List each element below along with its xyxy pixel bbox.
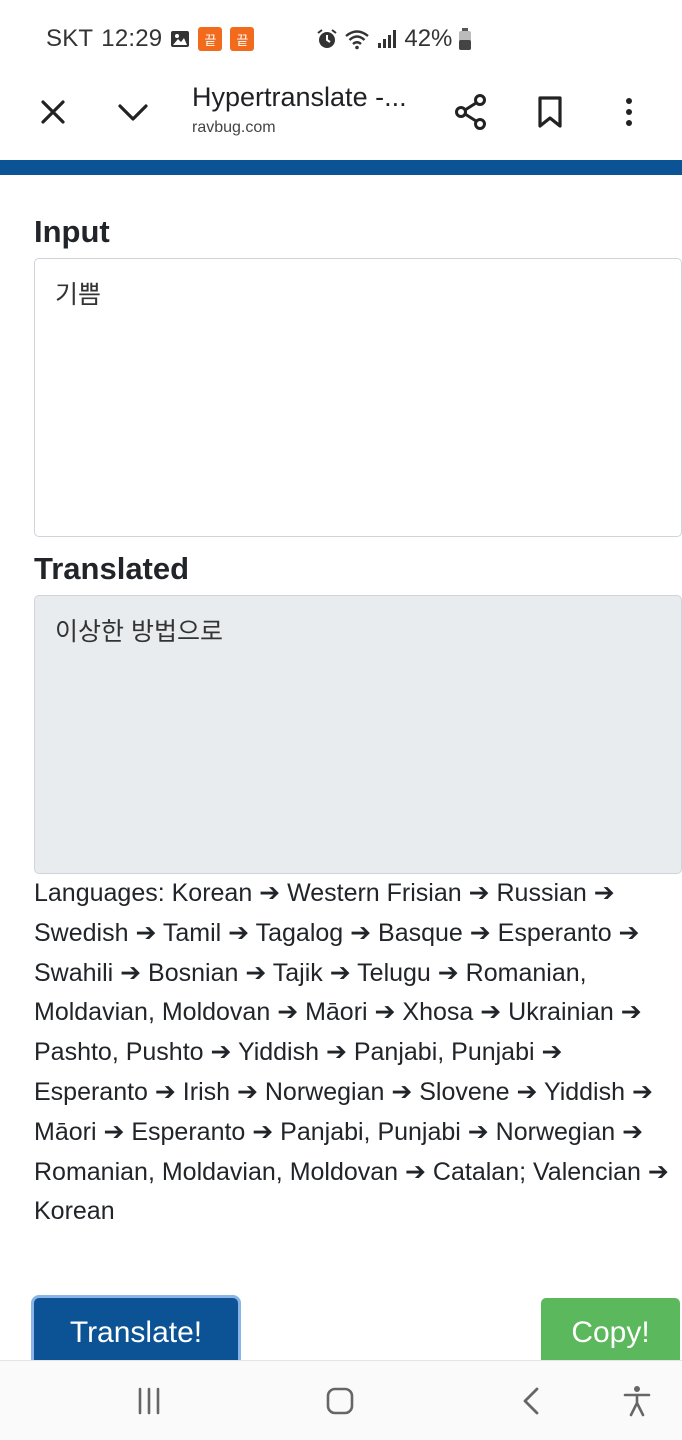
chevron-down-icon [118,104,148,121]
screen: SKT 12:29 끝 끝 42% Hypertranslate -... ra… [0,0,682,1440]
back-button[interactable] [503,1373,559,1429]
carrier-label: SKT [46,25,94,52]
copy-button[interactable]: Copy! [541,1298,680,1368]
accessibility-icon [623,1386,651,1417]
languages-chain: Languages: Korean ➔ Western Frisian ➔ Ru… [34,879,669,1226]
status-right: 42% [316,25,472,53]
alarm-icon [316,28,338,50]
input-textarea[interactable]: 기쁨 [34,258,682,537]
share-button[interactable] [443,84,499,140]
close-icon [41,100,65,124]
status-time: 12:29 [101,25,163,52]
more-vertical-icon [626,98,632,126]
recent-apps-icon [138,1387,160,1415]
more-options-button[interactable] [601,84,657,140]
signal-icon [376,28,398,50]
browser-toolbar: Hypertranslate -... ravbug.com [0,78,682,160]
page-header-bar [0,160,682,175]
accessibility-button[interactable] [609,1373,665,1429]
app-notification-icon: 끝 [230,27,255,51]
app-notification-icon: 끝 [198,27,223,51]
page-title: Hypertranslate -... [192,82,407,112]
home-icon [326,1387,354,1415]
input-label: Input [34,214,110,249]
recent-apps-button[interactable] [121,1373,177,1429]
battery-icon [458,27,472,51]
close-tab-button[interactable] [25,84,81,140]
page-url: ravbug.com [192,119,276,136]
status-bar: SKT 12:29 끝 끝 42% [0,0,682,78]
share-icon [455,94,486,130]
translate-button[interactable]: Translate! [34,1298,238,1368]
translated-label: Translated [34,551,190,586]
status-left: SKT 12:29 끝 끝 [46,25,255,53]
system-navigation-bar [0,1360,682,1440]
tab-info[interactable]: Hypertranslate -... ravbug.com [192,82,422,137]
battery-percent: 42% [404,25,453,52]
translated-textarea[interactable]: 이상한 방법으로 [34,595,682,874]
home-button[interactable] [312,1373,368,1429]
wifi-icon [344,28,370,50]
bookmark-button[interactable] [522,84,578,140]
bookmark-icon [538,96,562,128]
minimize-button[interactable] [105,84,161,140]
back-icon [523,1387,539,1415]
gallery-notification-icon [170,29,190,49]
